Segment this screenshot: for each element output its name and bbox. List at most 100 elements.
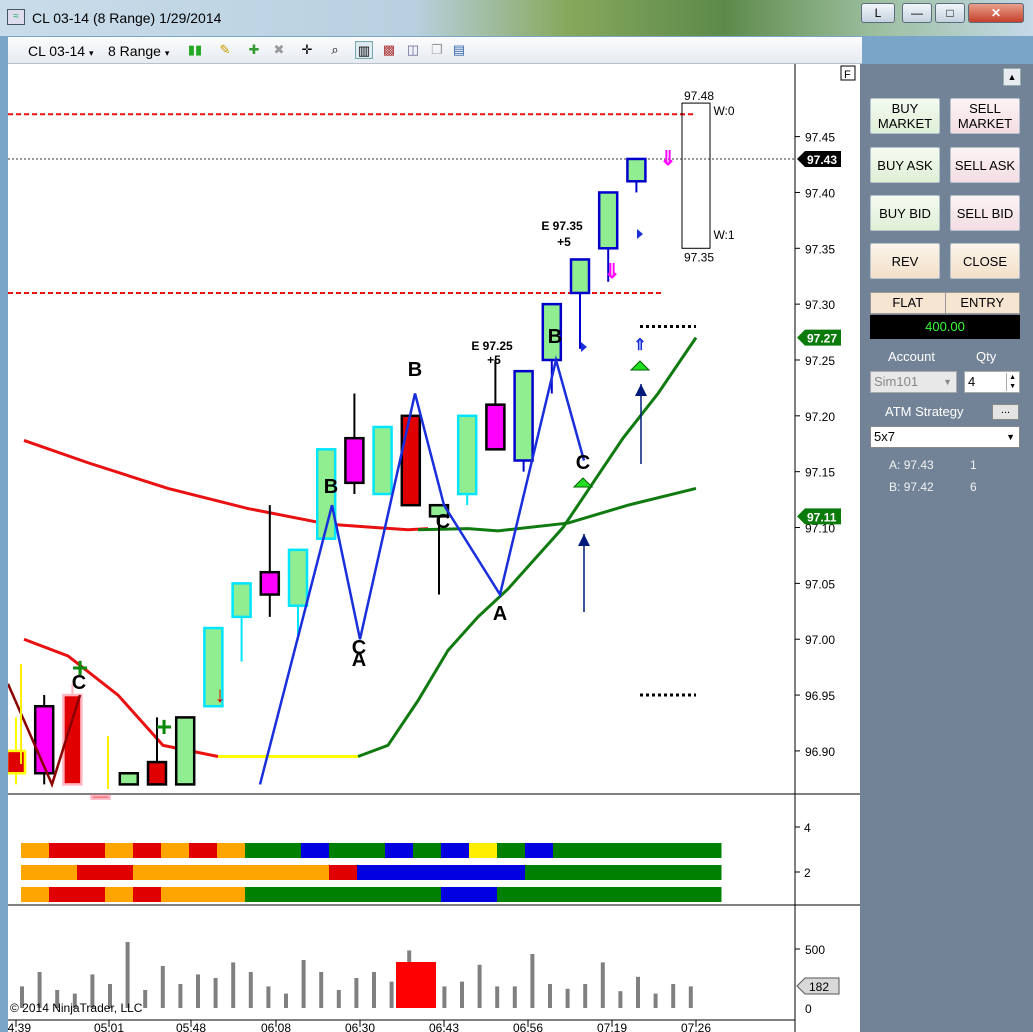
candle [372, 425, 393, 496]
momentum-cell [217, 843, 246, 858]
momentum-cell [189, 865, 218, 880]
momentum-cell [469, 843, 498, 858]
momentum-cell [609, 843, 638, 858]
momentum-cell [189, 843, 218, 858]
candle [146, 760, 168, 786]
time-tick-label: 06:56 [513, 1021, 543, 1032]
momentum-cell [245, 843, 274, 858]
time-tick-label: 05:48 [176, 1021, 206, 1032]
chart-area[interactable]: BCABCABCCE 97.25 +5 E 97.35 +5 97.48 97.35 W:0… [8, 64, 860, 1032]
buy-ask-button[interactable]: BUY ASK [870, 147, 940, 183]
time-tick-label: 07:26 [681, 1021, 711, 1032]
candle [90, 794, 111, 800]
momentum-cell [21, 887, 50, 902]
indicators-icon[interactable]: ▩ [380, 41, 398, 59]
candle [485, 403, 506, 451]
bid-row: B: 97.42 6 [889, 480, 977, 494]
time-tick-label: 06:43 [429, 1021, 459, 1032]
remove-indicator-icon[interactable]: ✖ [270, 41, 288, 59]
pencil-icon[interactable]: ✎ [216, 41, 234, 59]
volume-bar [653, 993, 658, 1008]
reverse-button[interactable]: REV [870, 243, 940, 279]
maximize-button[interactable]: □ [935, 3, 965, 23]
time-tick-label: 06:30 [345, 1021, 375, 1032]
price-tick-label: 97.20 [805, 410, 835, 424]
close-position-button[interactable]: CLOSE [950, 243, 1020, 279]
add-indicator-icon[interactable]: ✚ [245, 41, 263, 59]
candle [287, 548, 309, 607]
ask-price: 97.43 [903, 458, 934, 472]
atm-more-button[interactable]: ... [992, 404, 1019, 420]
momentum-cell [385, 843, 414, 858]
crosshair-icon[interactable]: ✛ [298, 41, 316, 59]
momentum-cell [329, 865, 358, 880]
momentum-cell [105, 843, 134, 858]
volume-bar [460, 981, 464, 1008]
chevron-down-icon: ▼ [943, 377, 952, 387]
copy-icon[interactable]: ❐ [428, 41, 446, 59]
buy-bid-button[interactable]: BUY BID [870, 195, 940, 231]
volume-bar [530, 954, 535, 1008]
momentum-cell [105, 865, 134, 880]
sell-market-button[interactable]: SELL MARKET [950, 98, 1020, 134]
momentum-cell [413, 865, 442, 880]
l-button[interactable]: L [861, 3, 895, 23]
momentum-cell [273, 887, 302, 902]
buy-market-button[interactable]: BUY MARKET [870, 98, 940, 134]
candle [597, 191, 619, 250]
properties-icon[interactable]: ▤ [450, 41, 468, 59]
price-tick-label: 96.90 [805, 745, 835, 759]
volume-last-label: 182 [809, 980, 829, 994]
chart-app-icon: ≈ [7, 9, 25, 25]
close-button[interactable]: ✕ [968, 3, 1024, 23]
bar-type-icon[interactable]: ▮▮ [186, 41, 204, 59]
price-tick-label: 97.40 [805, 186, 835, 200]
chart-window: ≈ CL 03-14 (8 Range) 1/29/2014 L — □ ✕ C… [0, 0, 1033, 1032]
green-ma-tag-text: 97.27 [807, 332, 837, 346]
sell-bid-button[interactable]: SELL BID [950, 195, 1020, 231]
volume-bar [284, 993, 288, 1008]
pnl-display: 400.00 [870, 315, 1020, 339]
momentum-cell [469, 865, 498, 880]
price-chart[interactable]: BCABCABCCE 97.25+5E 97.35+597.4897.35W:0… [8, 64, 860, 1032]
volume-spike-bar [396, 962, 436, 1008]
time-tick-label: 07:19 [597, 1021, 627, 1032]
volume-bar [248, 972, 253, 1008]
sell-ask-button[interactable]: SELL ASK [950, 147, 1020, 183]
volume-bar [442, 986, 447, 1008]
chart-trader-icon[interactable]: ▥ [355, 41, 373, 59]
candle [344, 436, 365, 485]
zoom-icon[interactable]: ⌕ [326, 41, 344, 59]
ask-row: A: 97.43 1 [889, 458, 977, 472]
swing-label-b: B [408, 359, 422, 381]
volume-bar [231, 962, 236, 1008]
momentum-cell [665, 843, 694, 858]
instrument-selector[interactable]: CL 03-14 ▾ [28, 42, 94, 60]
strategies-icon[interactable]: ◫ [404, 41, 422, 59]
qty-stepper[interactable]: 4 ▲ ▼ [964, 371, 1020, 393]
momentum-cell [245, 865, 274, 880]
momentum-cell [161, 865, 190, 880]
w0-label: W:0 [713, 104, 734, 118]
account-select[interactable]: Sim101 ▼ [870, 371, 957, 393]
collapse-arrow-icon[interactable]: ▲ [1003, 68, 1021, 86]
minimize-button[interactable]: — [902, 3, 932, 23]
entry-label: ENTRY [960, 295, 1005, 310]
volume-bar [213, 978, 218, 1008]
period-selector[interactable]: 8 Range ▾ [108, 42, 169, 60]
last-price-tag-text: 97.43 [807, 153, 837, 167]
candle [231, 582, 252, 619]
candle [400, 414, 422, 507]
bid-price: 97.42 [903, 480, 934, 494]
stepper-arrows-icon[interactable]: ▲ ▼ [1006, 373, 1018, 391]
account-label: Account [888, 349, 935, 364]
momentum-cell [497, 843, 526, 858]
qty-value: 4 [968, 374, 976, 389]
ask-size: 1 [970, 458, 977, 472]
chevron-down-icon: ▼ [1006, 432, 1015, 442]
momentum-cell [357, 865, 386, 880]
atm-strategy-select[interactable]: 5x7 ▼ [870, 426, 1020, 448]
swing-label-c: C [576, 452, 590, 474]
title-bar[interactable]: ≈ CL 03-14 (8 Range) 1/29/2014 L — □ ✕ [0, 0, 1033, 36]
momentum-cell [385, 887, 414, 902]
